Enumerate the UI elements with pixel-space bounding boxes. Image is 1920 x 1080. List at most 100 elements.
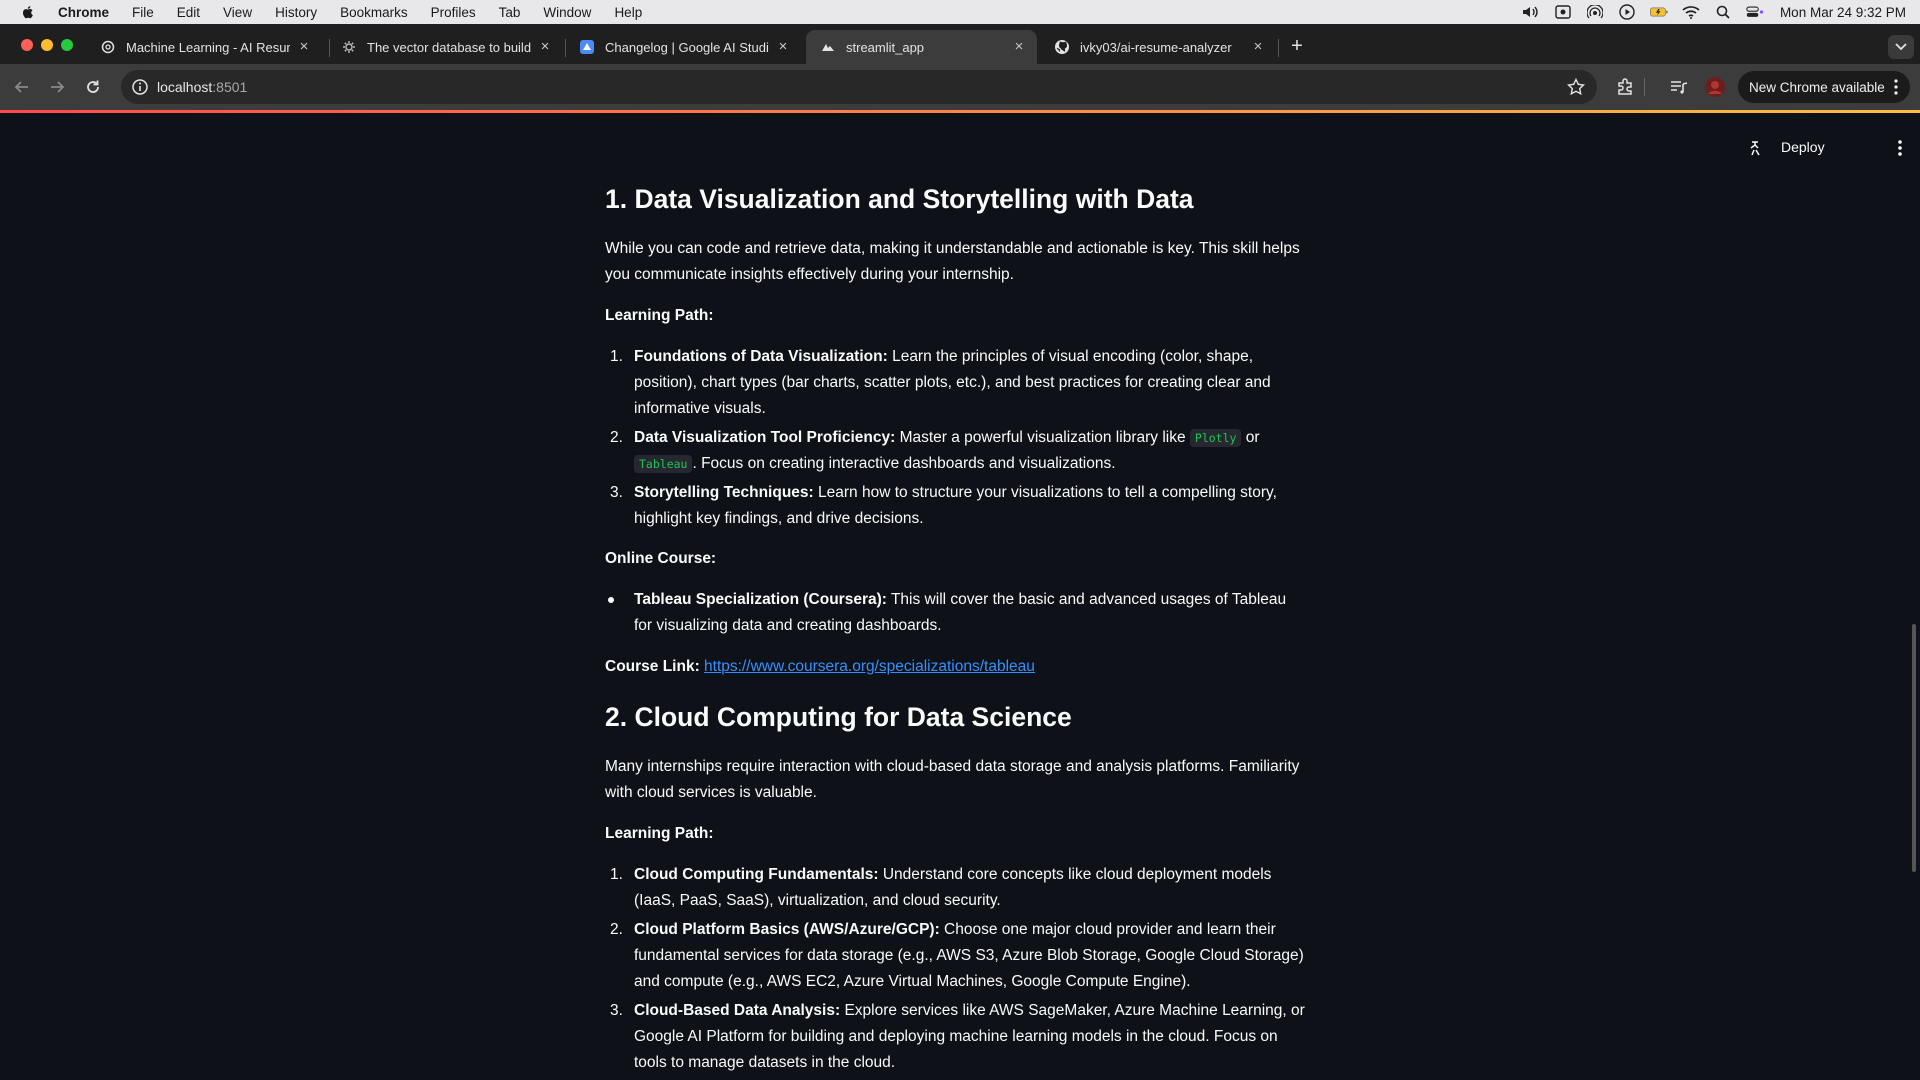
close-icon[interactable]: × (775, 39, 791, 55)
list-number: 3. (610, 1002, 623, 1019)
list-item: Tableau Specialization (Coursera): This … (605, 587, 1305, 639)
control-center-icon[interactable] (1746, 5, 1764, 19)
close-icon[interactable]: × (1011, 39, 1027, 55)
step-text: Master a powerful visualization library … (895, 429, 1190, 446)
list-item: 1. Foundations of Data Visualization: Le… (605, 344, 1305, 422)
menu-view[interactable]: View (223, 5, 252, 20)
menu-bar-status-area: Mon Mar 24 9:32 PM (1508, 0, 1906, 24)
menu-bookmarks[interactable]: Bookmarks (340, 5, 408, 20)
toolbar-divider (1643, 77, 1645, 97)
learning-path-list: 1. Cloud Computing Fundamentals: Underst… (605, 862, 1305, 1076)
menu-history[interactable]: History (275, 5, 317, 20)
window-zoom-button[interactable] (61, 39, 73, 51)
main-menu-icon[interactable] (1892, 138, 1908, 158)
course-title: Tableau Specialization (Coursera): (634, 591, 887, 608)
tab-changelog[interactable]: Changelog | Google AI Studio × (565, 30, 801, 64)
chrome-tab-strip: Machine Learning - AI Resum × The vector… (0, 24, 1920, 64)
reload-icon (87, 80, 99, 93)
step-title: Storytelling Techniques: (634, 484, 814, 501)
back-arrow-icon (14, 81, 28, 93)
step-title: Cloud Platform Basics (AWS/Azure/GCP): (634, 921, 940, 938)
inline-code-plotly: Plotly (1189, 429, 1242, 447)
close-icon[interactable]: × (537, 39, 553, 55)
wifi-icon[interactable] (1682, 5, 1700, 19)
tab-search-button[interactable] (1888, 35, 1914, 59)
list-item: 2. Cloud Platform Basics (AWS/Azure/GCP)… (605, 917, 1305, 995)
streamlit-app-viewport: Deploy 1. Data Visualization and Storyte… (0, 110, 1920, 1080)
section-intro: Many internships require interaction wit… (605, 758, 1300, 801)
scrollbar-thumb[interactable] (1912, 624, 1916, 872)
list-number: 1. (610, 348, 623, 365)
site-info-icon[interactable] (131, 78, 149, 96)
tab-divider (1278, 39, 1279, 57)
new-tab-button[interactable]: + (1287, 36, 1307, 56)
step-title: Data Visualization Tool Proficiency: (634, 429, 896, 446)
tab-machine-learning[interactable]: Machine Learning - AI Resum × (86, 30, 322, 64)
spotlight-search-icon[interactable] (1714, 5, 1732, 19)
list-item: 3. Storytelling Techniques: Learn how to… (605, 480, 1305, 532)
window-minimize-button[interactable] (41, 39, 53, 51)
close-icon[interactable]: × (296, 39, 312, 55)
battery-icon[interactable] (1649, 5, 1668, 19)
step-title: Cloud Computing Fundamentals: (634, 866, 879, 883)
back-button[interactable] (11, 76, 33, 98)
gear-icon (341, 39, 357, 55)
kebab-menu-icon (1894, 79, 1898, 95)
play-icon[interactable] (1618, 4, 1636, 20)
url-text[interactable]: localhost:8501 (157, 79, 247, 95)
deploy-button[interactable]: Deploy (1781, 135, 1825, 159)
menu-bar-clock[interactable]: Mon Mar 24 9:32 PM (1780, 5, 1906, 20)
profile-avatar[interactable] (1705, 77, 1725, 97)
apple-icon[interactable] (20, 4, 36, 20)
reload-button[interactable] (82, 76, 104, 98)
streamlit-icon (820, 39, 836, 55)
bookmark-star-icon[interactable] (1567, 78, 1585, 96)
url-host: localhost (157, 79, 213, 95)
course-link-label: Course Link: (605, 658, 700, 675)
menu-help[interactable]: Help (614, 5, 642, 20)
volume-icon[interactable] (1522, 5, 1540, 19)
list-number: 2. (610, 429, 623, 446)
forward-button[interactable] (46, 76, 68, 98)
bullet (608, 597, 614, 603)
tab-github-repo[interactable]: ivky03/ai-resume-analyzer × (1040, 30, 1276, 64)
tab-title: Changelog | Google AI Studio (605, 39, 769, 55)
tab-vector-database[interactable]: The vector database to build × (327, 30, 563, 64)
window-close-button[interactable] (21, 39, 33, 51)
airdrop-icon[interactable] (1586, 5, 1604, 19)
menu-file[interactable]: File (132, 5, 154, 20)
menu-edit[interactable]: Edit (177, 5, 200, 20)
chevron-down-icon (1895, 43, 1907, 51)
step-title: Foundations of Data Visualization: (634, 348, 888, 365)
list-number: 2. (610, 921, 623, 938)
section-heading-cloud-computing: 2. Cloud Computing for Data Science (605, 702, 1072, 732)
extensions-icon[interactable] (1615, 77, 1635, 97)
address-bar[interactable]: localhost:8501 (121, 70, 1597, 104)
tab-title: streamlit_app (846, 39, 925, 55)
openai-icon (100, 39, 116, 55)
media-controls-icon[interactable] (1669, 77, 1689, 97)
learning-path-list: 1. Foundations of Data Visualization: Le… (605, 344, 1305, 532)
chrome-toolbar: localhost:8501 New Chrome available (0, 64, 1920, 110)
online-course-label: Online Course: (605, 550, 717, 567)
course-link[interactable]: https://www.coursera.org/specializations… (704, 658, 1035, 675)
list-item: 1. Cloud Computing Fundamentals: Underst… (605, 862, 1305, 914)
ai-studio-icon (579, 39, 595, 55)
menu-window[interactable]: Window (543, 5, 591, 20)
close-icon[interactable]: × (1250, 39, 1266, 55)
tab-streamlit-app[interactable]: streamlit_app × (806, 30, 1037, 64)
streamlit-toolbar: Deploy (1720, 113, 1920, 173)
scrollbar-track[interactable] (1910, 110, 1918, 1080)
menu-profiles[interactable]: Profiles (431, 5, 476, 20)
menu-chrome[interactable]: Chrome (58, 5, 109, 20)
new-chrome-available-button[interactable]: New Chrome available (1738, 71, 1910, 103)
tab-title: The vector database to build (367, 39, 531, 55)
streamlit-header-decoration (0, 110, 1920, 113)
menu-tab[interactable]: Tab (499, 5, 521, 20)
keyboard-input-icon[interactable] (1554, 5, 1572, 19)
learning-path-label: Learning Path: (605, 825, 714, 842)
step-title: Cloud-Based Data Analysis: (634, 1002, 841, 1019)
forward-arrow-icon (51, 81, 65, 93)
learning-path-label: Learning Path: (605, 307, 714, 324)
inline-code-tableau: Tableau (634, 455, 693, 473)
